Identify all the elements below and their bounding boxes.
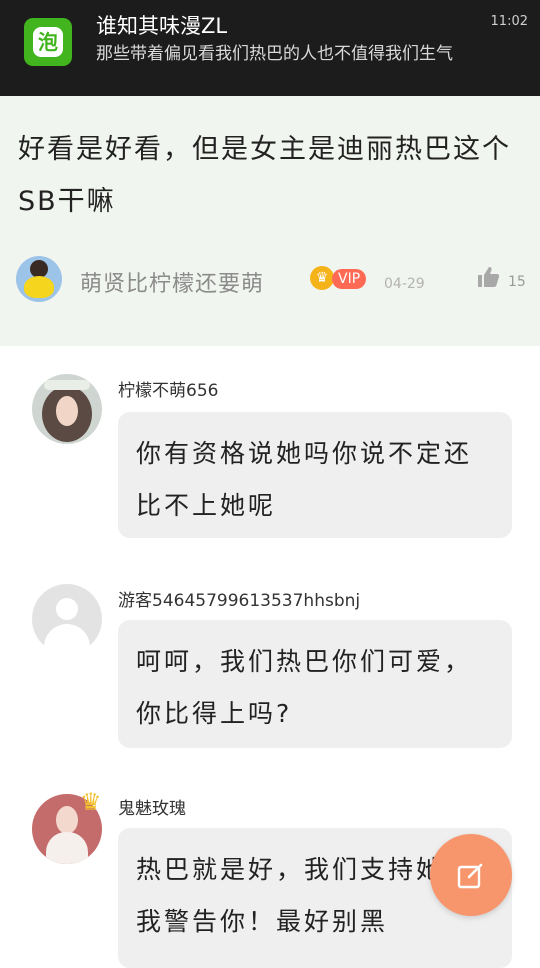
- crown-icon: ♛: [80, 788, 102, 816]
- status-time: 11:02: [490, 14, 528, 29]
- avatar-flower-crown: [44, 380, 90, 390]
- reply-text: 呵呵，我们热巴你们可爱，你比得上吗?: [136, 647, 473, 728]
- post-meta: 萌贤比柠檬还要萌 ♛ VIP 04-29 15: [16, 256, 526, 306]
- reply-avatar[interactable]: [32, 374, 102, 444]
- reply-bubble: 你有资格说她吗你说不定还比不上她呢: [118, 412, 512, 538]
- crown-icon: ♛: [310, 266, 334, 290]
- like-count: 15: [508, 274, 526, 290]
- reply-avatar-default[interactable]: [32, 584, 102, 654]
- reply-username[interactable]: 鬼魅玫瑰: [118, 794, 186, 819]
- post-content: 好看是好看，但是女主是迪丽热巴这个SB干嘛: [18, 134, 511, 217]
- paopao-app-icon: 泡: [24, 18, 72, 66]
- avatar-face: [56, 396, 78, 426]
- post-date: 04-29: [384, 276, 425, 292]
- avatar-chick: [24, 276, 54, 298]
- reply-username[interactable]: 游客54645799613537hhsbnj: [118, 586, 360, 611]
- notification-title: 谁知其味漫ZL: [96, 14, 228, 38]
- reply-bubble: 呵呵，我们热巴你们可爱，你比得上吗?: [118, 620, 512, 748]
- author-avatar[interactable]: [16, 256, 62, 302]
- vip-badge: VIP: [332, 269, 367, 289]
- avatar-dress: [46, 832, 88, 864]
- compose-button[interactable]: [430, 834, 512, 916]
- notification-body: 那些带着偏见看我们热巴的人也不值得我们生气: [96, 44, 453, 64]
- thumbs-up-icon[interactable]: [476, 266, 500, 293]
- reply-text: 你有资格说她吗你说不定还比不上她呢: [136, 439, 473, 520]
- avatar-face: [56, 806, 78, 834]
- notification-banner[interactable]: 泡 谁知其味漫ZL 那些带着偏见看我们热巴的人也不值得我们生气 11:02: [0, 0, 540, 96]
- avatar-body: [44, 624, 90, 654]
- author-name[interactable]: 萌贤比柠檬还要萌: [80, 266, 264, 298]
- main-post: 好看是好看，但是女主是迪丽热巴这个SB干嘛 萌贤比柠檬还要萌 ♛ VIP 04-…: [0, 96, 540, 346]
- reply-username[interactable]: 柠檬不萌656: [118, 376, 218, 401]
- avatar-head: [56, 598, 78, 620]
- edit-icon: [457, 863, 483, 889]
- app-logo-glyph: 泡: [33, 27, 63, 57]
